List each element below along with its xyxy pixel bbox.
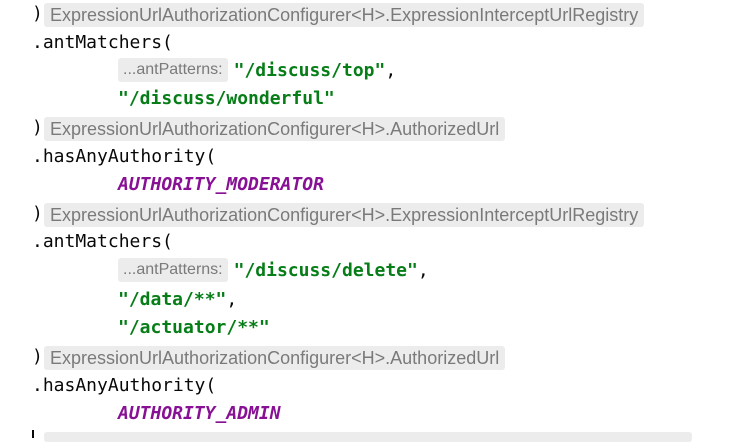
code-line-15[interactable]: AUTHORITY_ADMIN [0, 400, 753, 428]
comma: , [417, 260, 429, 281]
type-inlay-hint: ExpressionUrlAuthorizationConfigurer<H>.… [44, 346, 506, 370]
string-literal: "/discuss/top" [233, 60, 386, 81]
argument-line: "/discuss/wonderful" [118, 85, 335, 113]
code-line-3[interactable]: ...antPatterns: "/discuss/top", [0, 57, 753, 85]
code-line-10[interactable]: ...antPatterns: "/discuss/delete", [0, 257, 753, 285]
argument-line: AUTHORITY_MODERATOR [118, 171, 324, 199]
argument-line: AUTHORITY_ADMIN [118, 400, 281, 428]
parameter-inlay-hint: ...antPatterns: [118, 58, 228, 82]
code-line-6[interactable]: .hasAnyAuthority( [0, 143, 753, 171]
string-literal: "/discuss/delete" [233, 260, 418, 281]
closing-paren: ) [32, 346, 43, 367]
method-call: .antMatchers( [32, 231, 173, 252]
closing-paren: ) [32, 203, 43, 224]
method-call: .antMatchers( [32, 32, 173, 53]
type-inlay-hint: ExpressionUrlAuthorizationConfigurer<H>.… [44, 203, 645, 227]
code-line-7[interactable]: AUTHORITY_MODERATOR [0, 171, 753, 199]
code-line-13[interactable]: ) ExpressionUrlAuthorizationConfigurer<H… [0, 343, 753, 371]
code-line-11[interactable]: "/data/**", [0, 286, 753, 314]
closing-paren: ) [32, 117, 43, 138]
type-inlay-hint: ExpressionUrlAuthorizationConfigurer<H>.… [44, 3, 645, 27]
string-literal: "/actuator/**" [118, 317, 270, 338]
code-line-12[interactable]: "/actuator/**" [0, 314, 753, 342]
code-line-2[interactable]: .antMatchers( [0, 29, 753, 57]
code-line-4[interactable]: "/discuss/wonderful" [0, 85, 753, 113]
constant-reference: AUTHORITY_ADMIN [118, 403, 281, 424]
closing-paren: ) [32, 3, 43, 24]
code-line-14[interactable]: .hasAnyAuthority( [0, 372, 753, 400]
argument-line: ...antPatterns: "/discuss/delete", [118, 257, 429, 285]
argument-line: "/actuator/**" [118, 314, 270, 342]
argument-line: "/data/**", [118, 286, 237, 314]
code-line-1[interactable]: ) ExpressionUrlAuthorizationConfigurer<H… [0, 0, 753, 28]
constant-reference: AUTHORITY_MODERATOR [118, 174, 324, 195]
argument-line: ...antPatterns: "/discuss/top", [118, 57, 396, 85]
parameter-inlay-hint: ...antPatterns: [118, 258, 228, 282]
code-line-5[interactable]: ) ExpressionUrlAuthorizationConfigurer<H… [0, 114, 753, 142]
type-inlay-hint: ExpressionUrlAuthorizationConfigurer<H>.… [44, 117, 506, 141]
method-call: .hasAnyAuthority( [32, 146, 217, 167]
code-editor[interactable]: ) ExpressionUrlAuthorizationConfigurer<H… [0, 0, 753, 442]
method-call: .hasAnyAuthority( [32, 375, 217, 396]
comma: , [226, 289, 238, 310]
comma: , [385, 60, 397, 81]
string-literal: "/discuss/wonderful" [118, 88, 335, 109]
clipped-type-inlay-hint [44, 432, 692, 442]
string-literal: "/data/**" [118, 289, 227, 310]
code-line-8[interactable]: ) ExpressionUrlAuthorizationConfigurer<H… [0, 200, 753, 228]
code-line-9[interactable]: .antMatchers( [0, 228, 753, 256]
